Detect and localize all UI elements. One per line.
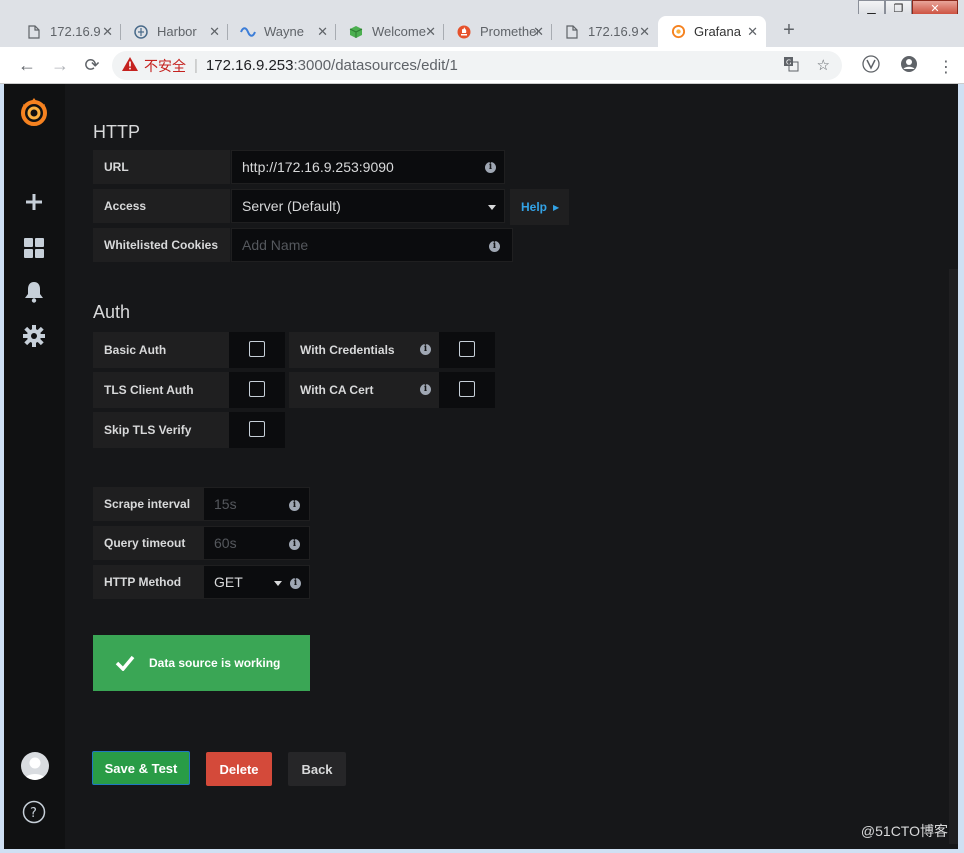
watermark: @51CTO博客 xyxy=(860,823,948,839)
close-tab-icon[interactable]: ✕ xyxy=(102,24,113,40)
warning-icon xyxy=(122,56,138,75)
grafana-icon xyxy=(670,24,686,40)
datasource-edit-page: HTTP URL http://172.16.9.253:9090 i Acce… xyxy=(65,84,958,849)
harbor-icon xyxy=(133,24,149,40)
tab-2[interactable]: Harbor ✕ xyxy=(121,16,228,47)
help-label: Help xyxy=(521,200,548,214)
extension-icon[interactable] xyxy=(862,55,880,78)
create-plus-icon[interactable] xyxy=(18,186,50,218)
with-credentials-info-icon[interactable]: i xyxy=(420,344,431,355)
basic-auth-label: Basic Auth xyxy=(93,332,229,368)
tab-strip: 172.16.9 ✕ Harbor ✕ Wayne ✕ Welcome ✕ Pr… xyxy=(0,14,964,47)
whitelisted-cookies-label: Whitelisted Cookies xyxy=(93,228,230,262)
scrape-interval-info-icon[interactable]: i xyxy=(289,500,300,511)
tab-title: Harbor xyxy=(157,24,197,39)
chevron-down-icon xyxy=(488,205,496,210)
new-tab-button[interactable]: + xyxy=(776,18,802,44)
url-info-icon[interactable]: i xyxy=(485,162,496,173)
close-tab-icon[interactable]: ✕ xyxy=(317,24,328,40)
close-tab-icon[interactable]: ✕ xyxy=(747,24,758,40)
tab-title: Grafana xyxy=(694,24,741,39)
with-ca-cert-label: With CA Cert xyxy=(289,372,439,408)
delete-button[interactable]: Delete xyxy=(206,752,272,786)
cookies-info-icon[interactable]: i xyxy=(489,241,500,252)
status-message: Data source is working xyxy=(149,656,281,670)
tab-3[interactable]: Wayne ✕ xyxy=(228,16,336,47)
help-question-icon[interactable]: ? xyxy=(18,796,50,828)
configuration-gear-icon[interactable] xyxy=(18,320,50,352)
window-titlebar: ▁ ❐ ✕ xyxy=(0,0,964,18)
browser-toolbar: ← → ⟳ 不安全 | 172.16.9.253:3000/datasource… xyxy=(0,47,964,84)
with-credentials-label: With Credentials xyxy=(289,332,439,368)
url-label: URL xyxy=(93,150,230,184)
scrape-interval-label: Scrape interval xyxy=(93,487,203,521)
with-ca-cert-info-icon[interactable]: i xyxy=(420,384,431,395)
wayne-icon xyxy=(240,24,256,40)
user-avatar[interactable] xyxy=(21,752,49,780)
url-input[interactable]: http://172.16.9.253:9090 xyxy=(231,150,505,184)
basic-auth-checkbox[interactable] xyxy=(229,332,285,368)
page-scrollbar[interactable] xyxy=(949,269,958,844)
skip-tls-verify-label: Skip TLS Verify xyxy=(93,412,229,448)
document-icon xyxy=(564,24,580,40)
url-path: :3000/datasources/edit/1 xyxy=(293,57,458,74)
close-tab-icon[interactable]: ✕ xyxy=(639,24,650,40)
chevron-down-icon xyxy=(274,581,282,586)
tab-title: 172.16.9 xyxy=(50,24,101,39)
back-arrow-icon[interactable]: ← xyxy=(15,53,39,77)
tab-title: Prometheus xyxy=(480,24,538,39)
with-credentials-checkbox[interactable] xyxy=(439,332,495,368)
http-method-label: HTTP Method xyxy=(93,565,203,599)
tls-client-auth-label: TLS Client Auth xyxy=(93,372,229,408)
star-icon[interactable]: ☆ xyxy=(817,56,830,76)
tab-4[interactable]: Welcome ✕ xyxy=(336,16,444,47)
tab-6[interactable]: 172.16.9 ✕ xyxy=(552,16,658,47)
with-ca-cert-checkbox[interactable] xyxy=(439,372,495,408)
http-section-title: HTTP xyxy=(93,122,140,142)
access-label: Access xyxy=(93,189,230,223)
svg-text:?: ? xyxy=(30,806,37,821)
close-tab-icon[interactable]: ✕ xyxy=(209,24,220,40)
tab-5[interactable]: Prometheus ✕ xyxy=(444,16,552,47)
close-tab-icon[interactable]: ✕ xyxy=(425,24,436,40)
dashboards-icon[interactable] xyxy=(18,232,50,264)
cube-icon xyxy=(348,24,364,40)
query-timeout-info-icon[interactable]: i xyxy=(289,539,300,550)
skip-tls-verify-checkbox[interactable] xyxy=(229,412,285,448)
back-button[interactable]: Back xyxy=(288,752,346,786)
checkmark-icon xyxy=(115,655,135,671)
access-select[interactable]: Server (Default) xyxy=(231,189,505,223)
translate-icon[interactable]: G xyxy=(783,56,799,76)
caret-right-icon: ▶ xyxy=(553,202,560,212)
forward-arrow-icon[interactable]: → xyxy=(48,53,72,77)
document-icon xyxy=(26,24,42,40)
tab-1[interactable]: 172.16.9 ✕ xyxy=(14,16,121,47)
whitelisted-cookies-input[interactable]: Add Name xyxy=(231,228,513,262)
tab-title: Wayne xyxy=(264,24,304,39)
side-menu: ? xyxy=(4,84,65,849)
tab-title: 172.16.9 xyxy=(588,24,639,39)
profile-icon[interactable] xyxy=(900,55,918,78)
insecure-label[interactable]: 不安全 xyxy=(144,56,186,76)
menu-kebab-icon[interactable]: ⋮ xyxy=(938,57,954,77)
save-test-button[interactable]: Save & Test xyxy=(92,751,190,785)
query-timeout-label: Query timeout xyxy=(93,526,203,560)
close-tab-icon[interactable]: ✕ xyxy=(533,24,544,40)
tls-client-auth-checkbox[interactable] xyxy=(229,372,285,408)
access-help-button[interactable]: Help ▶ xyxy=(510,189,569,225)
tab-title: Welcome xyxy=(372,24,426,39)
tab-7-active[interactable]: Grafana ✕ xyxy=(658,16,766,47)
grafana-logo-icon[interactable] xyxy=(16,94,52,130)
address-bar[interactable]: 不安全 | 172.16.9.253:3000/datasources/edit… xyxy=(112,51,842,80)
url-host: 172.16.9.253 xyxy=(205,57,294,74)
reload-icon[interactable]: ⟳ xyxy=(80,53,104,77)
grafana-viewport: ? HTTP URL http://172.16.9.253:9090 i Ac… xyxy=(4,84,958,849)
auth-section-title: Auth xyxy=(93,302,131,322)
http-method-info-icon[interactable]: i xyxy=(290,578,301,589)
datasource-status-alert: Data source is working xyxy=(93,635,310,691)
prometheus-icon xyxy=(456,24,472,40)
alerting-bell-icon[interactable] xyxy=(18,276,50,308)
